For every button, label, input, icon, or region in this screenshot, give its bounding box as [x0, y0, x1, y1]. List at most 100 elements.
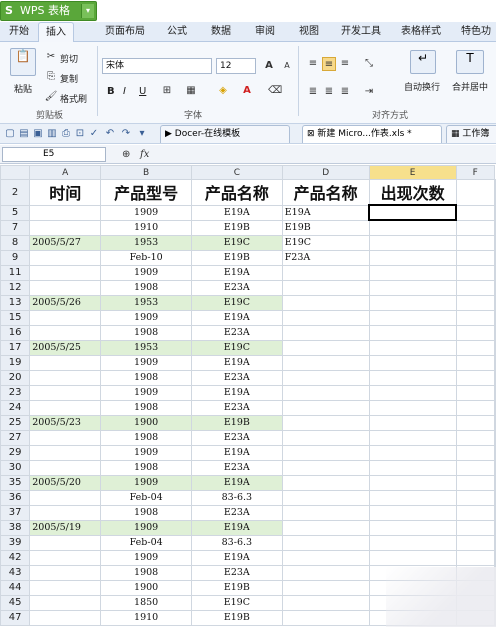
- cell[interactable]: [455, 264, 496, 281]
- cell[interactable]: [281, 429, 370, 446]
- cell[interactable]: Feb-04: [100, 489, 192, 506]
- cell[interactable]: [368, 354, 457, 371]
- column-header-c[interactable]: C: [191, 165, 283, 180]
- cell[interactable]: [281, 399, 370, 416]
- cell[interactable]: [281, 519, 370, 536]
- cell[interactable]: E19A: [191, 309, 283, 326]
- row-header[interactable]: 13: [0, 294, 31, 311]
- doc-tab-workbook2[interactable]: ▦ 工作簿: [446, 125, 496, 143]
- cell[interactable]: E23A: [191, 369, 283, 386]
- cell[interactable]: [29, 429, 102, 446]
- row-header[interactable]: 2: [0, 179, 31, 206]
- cell[interactable]: [29, 219, 102, 236]
- tab-view[interactable]: 视图: [294, 22, 324, 42]
- cell[interactable]: [281, 594, 370, 611]
- cell[interactable]: [368, 474, 457, 491]
- cell[interactable]: [29, 369, 102, 386]
- cell[interactable]: [29, 399, 102, 416]
- cell[interactable]: [494, 489, 496, 506]
- cell[interactable]: E19B: [191, 414, 283, 431]
- fx-icon[interactable]: fx: [140, 147, 149, 162]
- cell[interactable]: 83-6.3: [191, 534, 283, 551]
- cell[interactable]: [455, 324, 496, 341]
- cell[interactable]: E19A: [281, 204, 370, 221]
- cell[interactable]: [368, 384, 457, 401]
- cell[interactable]: E19A: [191, 549, 283, 566]
- cell[interactable]: E19C: [281, 234, 370, 251]
- cell[interactable]: 1953: [100, 294, 192, 311]
- copy-label[interactable]: 复制: [60, 72, 78, 85]
- column-header-d[interactable]: D: [281, 165, 370, 180]
- format-painter-label[interactable]: 格式刷: [60, 92, 87, 105]
- cell[interactable]: [368, 504, 457, 521]
- cell[interactable]: E19A: [191, 474, 283, 491]
- header-cell-time[interactable]: 时间: [29, 179, 102, 206]
- header-cell-model[interactable]: 产品型号: [100, 179, 192, 206]
- print-preview-icon[interactable]: ⊡: [74, 127, 86, 140]
- open-folder-icon[interactable]: ▤: [18, 127, 30, 140]
- cell[interactable]: [455, 399, 496, 416]
- cell[interactable]: [494, 399, 496, 416]
- cell[interactable]: [281, 534, 370, 551]
- fill-color-icon[interactable]: ▦: [184, 84, 198, 98]
- cell[interactable]: E19C: [191, 234, 283, 251]
- row-header[interactable]: 8: [0, 234, 31, 251]
- merge-center-icon[interactable]: T: [456, 50, 484, 74]
- cell[interactable]: [455, 219, 496, 236]
- cell[interactable]: [494, 309, 496, 326]
- row-header[interactable]: 30: [0, 459, 31, 476]
- cell[interactable]: [368, 534, 457, 551]
- row-header[interactable]: 24: [0, 399, 31, 416]
- tab-developer[interactable]: 开发工具: [338, 22, 384, 42]
- merge-center-label[interactable]: 合并居中: [452, 80, 488, 93]
- cell[interactable]: [455, 354, 496, 371]
- cell[interactable]: E19B: [191, 249, 283, 266]
- cell[interactable]: 2005/5/27: [29, 234, 102, 251]
- cell[interactable]: [494, 294, 496, 311]
- text-orientation-icon[interactable]: ⤡: [362, 57, 376, 71]
- cell[interactable]: [455, 369, 496, 386]
- new-file-icon[interactable]: ▢: [4, 127, 16, 140]
- cell[interactable]: [281, 279, 370, 296]
- cell[interactable]: 1909: [100, 474, 192, 491]
- font-color-icon[interactable]: A: [240, 84, 254, 98]
- row-header[interactable]: 15: [0, 309, 31, 326]
- cell[interactable]: 1850: [100, 594, 192, 611]
- cell[interactable]: [494, 354, 496, 371]
- cell[interactable]: 1910: [100, 609, 192, 626]
- cell[interactable]: [494, 474, 496, 491]
- align-bottom-icon[interactable]: ≡: [338, 57, 352, 71]
- cell[interactable]: E23A: [191, 324, 283, 341]
- cell[interactable]: [29, 534, 102, 551]
- cell[interactable]: [494, 534, 496, 551]
- cell[interactable]: [29, 489, 102, 506]
- cell[interactable]: E19A: [191, 519, 283, 536]
- cell[interactable]: [368, 459, 457, 476]
- cell[interactable]: 1953: [100, 234, 192, 251]
- cell[interactable]: [281, 309, 370, 326]
- cell[interactable]: [455, 204, 496, 221]
- cell[interactable]: [455, 534, 496, 551]
- cell[interactable]: [494, 204, 496, 221]
- cell[interactable]: E19A: [191, 384, 283, 401]
- font-name-select[interactable]: 宋体: [102, 58, 212, 74]
- row-header[interactable]: 35: [0, 474, 31, 491]
- cell[interactable]: [368, 339, 457, 356]
- cell[interactable]: [29, 444, 102, 461]
- row-header[interactable]: 9: [0, 249, 31, 266]
- cell[interactable]: E23A: [191, 459, 283, 476]
- paste-label[interactable]: 粘贴: [14, 82, 32, 95]
- cell[interactable]: E19A: [191, 264, 283, 281]
- cell[interactable]: [368, 414, 457, 431]
- cell[interactable]: E19C: [191, 339, 283, 356]
- row-header[interactable]: 25: [0, 414, 31, 431]
- row-header[interactable]: 44: [0, 579, 31, 596]
- column-header-f[interactable]: F: [455, 165, 496, 180]
- tab-insert[interactable]: 插入: [38, 22, 74, 42]
- cell[interactable]: [494, 279, 496, 296]
- header-cell-name[interactable]: 产品名称: [191, 179, 283, 206]
- cell[interactable]: [455, 549, 496, 566]
- cell[interactable]: F23A: [281, 249, 370, 266]
- copy-icon[interactable]: ⎘: [44, 70, 58, 84]
- cell[interactable]: [368, 249, 457, 266]
